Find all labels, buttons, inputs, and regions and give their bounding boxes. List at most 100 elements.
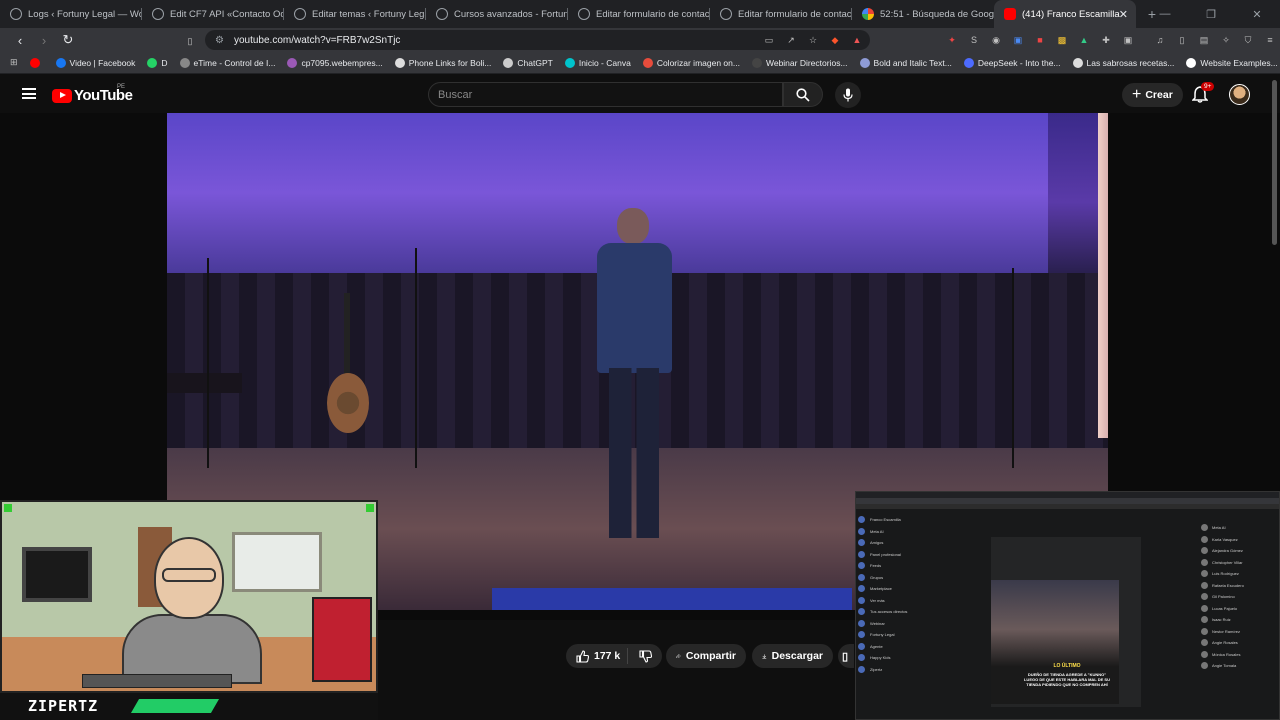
whatsapp-icon (147, 57, 158, 68)
facebook-icon (55, 57, 66, 68)
w-icon (1186, 57, 1197, 68)
hamburger-menu-icon[interactable] (22, 88, 36, 99)
tab-8-active[interactable]: (414) Franco Escamilla ✕ (994, 0, 1136, 28)
star-icon[interactable]: ☆ (806, 33, 820, 47)
tab-5[interactable]: Editar formulario de contacto (568, 0, 710, 28)
bookmark-chatgpt[interactable]: ChatGPT (503, 57, 553, 68)
search-button[interactable] (783, 82, 823, 107)
apps-icon[interactable]: ⊞ (10, 56, 18, 70)
nested-video-title: LO ÚLTIMO (1053, 663, 1081, 669)
bookmark-label: Webinar Directorios... (765, 57, 848, 68)
tab-7[interactable]: 52:51 - Búsqueda de Google (852, 0, 994, 28)
nested-screen-capture: Franco Escamilla Meta AI Amigos Panel pr… (855, 491, 1280, 720)
bookmark-label: ChatGPT (517, 57, 553, 68)
phone-links-icon (394, 57, 405, 68)
bookmark-etime[interactable]: eTime - Control de I... (179, 57, 275, 68)
back-icon[interactable]: ‹ (10, 30, 30, 50)
alert-icon[interactable]: ▲ (850, 33, 864, 47)
bookmark-youtube[interactable] (29, 57, 44, 68)
s-extension-icon[interactable]: S (967, 33, 981, 47)
page-scrollbar[interactable] (1272, 80, 1277, 245)
cast-icon[interactable]: ▭ (762, 33, 776, 47)
cpanel-icon (287, 57, 298, 68)
bookmark-website-examples[interactable]: Website Examples... (1186, 57, 1278, 68)
tab-6[interactable]: Editar formulario de contacto (710, 0, 852, 28)
search-box (428, 82, 783, 107)
dislike-button[interactable] (628, 649, 662, 663)
minimize-icon[interactable]: — (1142, 8, 1188, 20)
brave-icon[interactable]: ◆ (828, 33, 842, 47)
color-extension-icon[interactable]: ▩ (1055, 33, 1069, 47)
tab-1[interactable]: Logs ‹ Fortuny Legal — Word (0, 0, 142, 28)
nested-nav-item: Grupos (858, 572, 978, 584)
red-extension-icon[interactable]: ■ (1033, 33, 1047, 47)
share-icon[interactable]: ↗ (784, 33, 798, 47)
bookmark-cpanel[interactable]: cp7095.webempres... (287, 57, 383, 68)
menu-icon[interactable]: ≡ (1263, 33, 1277, 47)
tab-4[interactable]: Cursos avanzados - Fortuny Le (426, 0, 568, 28)
shield-icon[interactable]: ⛉ (1241, 33, 1255, 47)
youtube-header: YouTube PE +Crear 9+ (0, 75, 1280, 113)
nested-contact: Alejandra Gómez (1201, 545, 1279, 557)
screenshot-icon[interactable]: ▣ (1121, 33, 1135, 47)
like-button[interactable]: 177 k (566, 648, 628, 664)
nested-contact: Christopher Villar (1201, 557, 1279, 569)
wordpress-icon (152, 8, 164, 20)
tab-title: Cursos avanzados - Fortuny Le (454, 8, 568, 20)
voice-search-button[interactable] (835, 82, 861, 108)
nested-nav-item: Amigos (858, 537, 978, 549)
bookmark-colorize[interactable]: Colorizar imagen on... (642, 57, 740, 68)
wordpress-icon (294, 8, 306, 20)
bookmark-webinar[interactable]: Webinar Directorios... (751, 57, 848, 68)
address-bar[interactable]: ⚙ youtube.com/watch?v=FRB7w2SnTjc ▭ ↗ ☆ … (205, 30, 870, 50)
share-button[interactable]: Compartir (666, 644, 746, 668)
cartoon-window (232, 532, 322, 592)
nested-nav-item: Marketplace (858, 583, 978, 595)
bookmark-recetas[interactable]: Las sabrosas recetas... (1072, 57, 1174, 68)
pin-icon[interactable]: ✦ (945, 33, 959, 47)
streamer-nameplate: ZIPERTZ (0, 693, 378, 720)
translate-icon[interactable]: ▣ (1011, 33, 1025, 47)
youtube-play-icon (52, 88, 72, 103)
camera-icon[interactable]: ◉ (989, 33, 1003, 47)
wordpress-icon (10, 8, 22, 20)
tab-3[interactable]: Editar temas ‹ Fortuny Legal – (284, 0, 426, 28)
download-button[interactable]: Descargar (752, 644, 833, 668)
music-icon[interactable]: ♫ (1153, 33, 1167, 47)
stage-light (1098, 113, 1108, 438)
window-close-icon[interactable]: ✕ (1234, 8, 1280, 21)
wallet-icon[interactable]: ▤ (1197, 33, 1211, 47)
bookmark-facebook[interactable]: Video | Facebook (55, 57, 135, 68)
sparkle-icon[interactable]: ✧ (1219, 33, 1233, 47)
extension-icons: ✦ S ◉ ▣ ■ ▩ ▲ ✚ ▣ ♫ ▯ ▤ ✧ ⛉ ≡ (945, 33, 1277, 47)
nameplate-accent-bar (130, 699, 220, 713)
bookmark-icon[interactable]: ▯ (183, 34, 197, 48)
bookmark-phone-links[interactable]: Phone Links for Boli... (394, 57, 491, 68)
nested-nav-item: Feeds (858, 560, 978, 572)
google-drive-icon[interactable]: ▲ (1077, 33, 1091, 47)
bookmark-bold-italic[interactable]: Bold and Italic Text... (859, 57, 952, 68)
nested-contact: Gil Palomino (1201, 591, 1279, 603)
sidebar-icon[interactable]: ▯ (1175, 33, 1189, 47)
maximize-icon[interactable]: ❐ (1188, 8, 1234, 21)
bookmark-canva[interactable]: Inicio - Canva (564, 57, 631, 68)
forward-icon[interactable]: › (34, 30, 54, 50)
nested-nav-item: Fortuny Legal (858, 629, 978, 641)
nested-nav-item: Happy Kids (858, 652, 978, 664)
search-input[interactable] (429, 83, 782, 106)
browser-tab-bar: Logs ‹ Fortuny Legal — Word Edit CF7 API… (0, 0, 1280, 28)
share-label: Compartir (685, 650, 736, 662)
like-count: 177 k (594, 650, 621, 662)
puzzle-icon[interactable]: ✚ (1099, 33, 1113, 47)
bookmark-deepseek[interactable]: DeepSeek - Into the... (963, 57, 1061, 68)
create-button[interactable]: + Crear (1122, 83, 1183, 107)
browser-toolbar: ‹ › ↻ ▯ ⚙ youtube.com/watch?v=FRB7w2SnTj… (0, 28, 1280, 52)
search-icon (796, 87, 810, 102)
bookmark-whatsapp[interactable]: D (147, 57, 168, 68)
close-icon[interactable]: ✕ (1119, 8, 1128, 21)
tab-2[interactable]: Edit CF7 API «Contacto Odoo (142, 0, 284, 28)
reload-icon[interactable]: ↻ (58, 30, 78, 50)
nested-contact: Luis Rodríguez (1201, 568, 1279, 580)
user-avatar[interactable] (1229, 84, 1250, 105)
site-info-icon[interactable]: ⚙ (215, 35, 224, 46)
